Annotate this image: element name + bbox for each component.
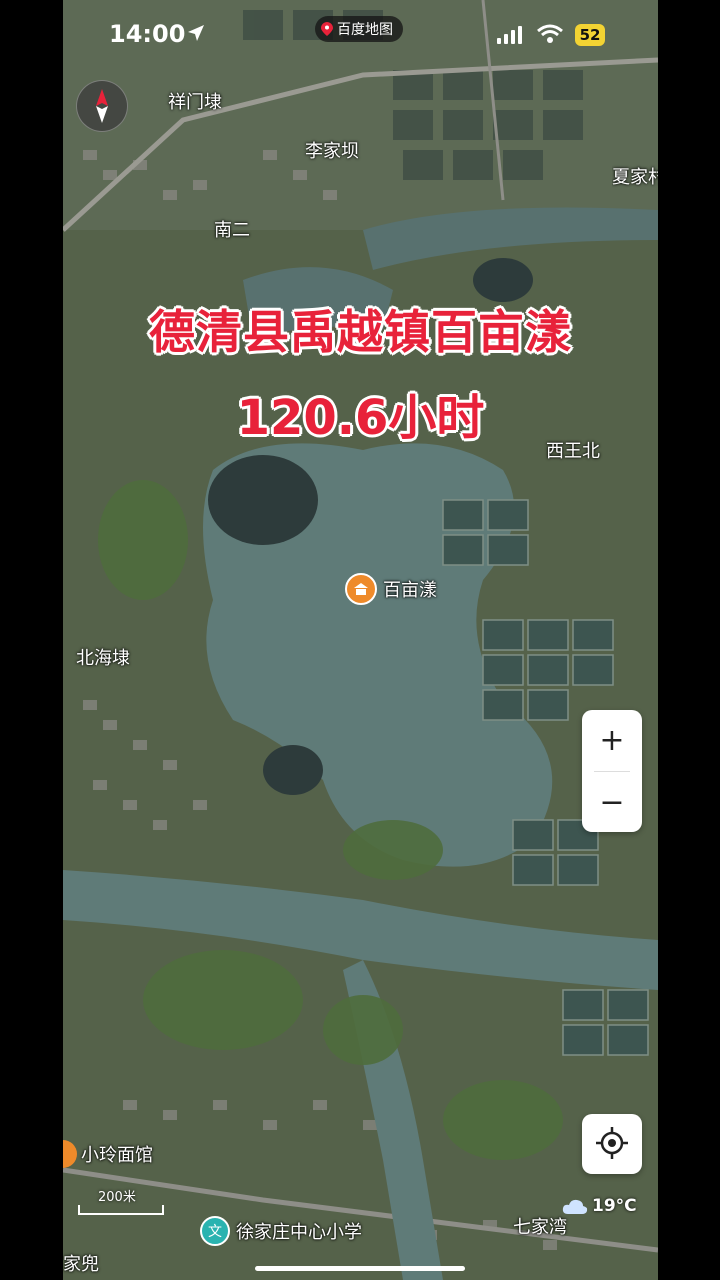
- home-indicator[interactable]: [255, 1266, 465, 1271]
- app-badge-label: 百度地图: [337, 22, 393, 38]
- baidu-map-pin-icon: [321, 22, 333, 36]
- weather-widget[interactable]: 19°C: [562, 1196, 637, 1216]
- wifi-icon: [537, 24, 563, 43]
- cellular-signal-icon: [497, 26, 522, 44]
- poi-baimuyang-label: 百亩漾: [383, 580, 437, 601]
- zoom-in-button[interactable]: +: [582, 710, 642, 771]
- poi-school-label: 徐家庄中心小学: [236, 1222, 362, 1243]
- place-label-xiajia[interactable]: 夏家村: [612, 163, 658, 189]
- satellite-map[interactable]: [63, 0, 658, 1280]
- place-label-beihailu[interactable]: 北海埭: [76, 644, 130, 670]
- place-label-jiadou[interactable]: 家兜: [63, 1250, 99, 1276]
- status-time: 14:00: [109, 20, 186, 48]
- place-label-qijiawan[interactable]: 七家湾: [513, 1213, 567, 1239]
- zoom-controls: + −: [582, 710, 642, 832]
- map-scale-bar: [78, 1205, 164, 1215]
- compass-button[interactable]: [76, 80, 128, 132]
- cloud-icon: [562, 1199, 588, 1214]
- place-label-lijiaba[interactable]: 李家坝: [305, 137, 359, 163]
- locate-me-button[interactable]: [582, 1114, 642, 1174]
- satellite-imagery: [63, 0, 658, 1280]
- restaurant-icon: [63, 1140, 77, 1168]
- status-bar: 14:00 百度地图 52: [63, 0, 658, 70]
- battery-indicator: 52: [575, 24, 605, 46]
- headline-duration: 120.6小时: [236, 390, 485, 446]
- place-label-naner[interactable]: 南二: [214, 216, 250, 242]
- left-letterbox: [0, 0, 63, 1280]
- poi-school[interactable]: 文 徐家庄中心小学: [200, 1216, 362, 1246]
- headline-location: 德清县禹越镇百亩漾: [149, 305, 572, 359]
- place-label-xiangmenlu[interactable]: 祥门埭: [168, 88, 222, 114]
- location-arrow-icon: [188, 25, 204, 41]
- right-letterbox: [658, 0, 720, 1280]
- weather-temp: 19°C: [592, 1196, 637, 1216]
- compass-icon: [96, 89, 108, 123]
- map-scale-label: 200米: [98, 1190, 136, 1205]
- map-scale: 200米: [78, 1186, 164, 1215]
- zoom-out-button[interactable]: −: [582, 772, 642, 833]
- school-icon: 文: [200, 1216, 230, 1246]
- poi-restaurant[interactable]: 小玲面馆: [63, 1140, 153, 1168]
- poi-baimuyang[interactable]: 百亩漾: [345, 573, 437, 605]
- poi-restaurant-label: 小玲面馆: [81, 1145, 153, 1166]
- scenic-spot-icon: [345, 573, 377, 605]
- crosshair-icon: [596, 1126, 628, 1159]
- app-badge[interactable]: 百度地图: [315, 16, 403, 42]
